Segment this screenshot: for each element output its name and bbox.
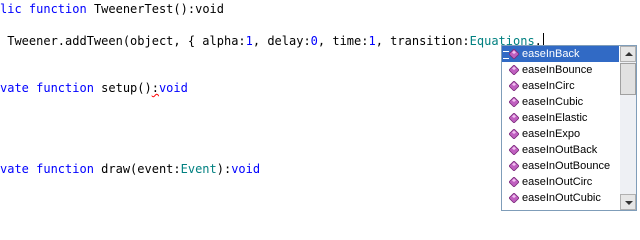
autocomplete-item-label: easeInCirc <box>522 80 575 92</box>
autocomplete-item[interactable]: easeInOutBack <box>502 142 619 158</box>
code-line-3: vate function setup():void <box>0 80 188 96</box>
autocomplete-item-label: easeInBounce <box>522 64 593 76</box>
method-diamond-icon <box>509 81 519 91</box>
signature-mid: ): <box>216 162 232 176</box>
call-text: Tweener.addTween(object, { alpha: <box>0 34 246 48</box>
autocomplete-item[interactable]: easeInBack <box>502 46 619 62</box>
method-diamond-icon <box>509 97 519 107</box>
class-name: TweenerTest <box>93 2 174 16</box>
autocomplete-item[interactable]: easeInBounce <box>502 62 619 78</box>
return-type: void <box>231 162 261 176</box>
autocomplete-item[interactable]: easeInOutCubic <box>502 190 619 206</box>
method-diamond-icon <box>509 49 519 59</box>
autocomplete-item[interactable]: easeInOutBounce <box>502 158 619 174</box>
method-diamond-icon <box>509 113 519 123</box>
scroll-down-button[interactable] <box>620 194 636 210</box>
autocomplete-item[interactable]: easeInCirc <box>502 78 619 94</box>
autocomplete-item[interactable]: easeInElastic <box>502 110 619 126</box>
time-key: , time: <box>317 34 369 48</box>
method-diamond-icon <box>509 129 519 139</box>
error-squiggle: : <box>151 81 159 95</box>
delay-key: , delay: <box>252 34 311 48</box>
autocomplete-item[interactable]: easeInCubic <box>502 94 619 110</box>
keyword: lic function <box>0 2 87 16</box>
autocomplete-item-label: easeInCubic <box>522 96 584 108</box>
delay-value: 0 <box>310 34 318 48</box>
keyword: vate function <box>0 81 94 95</box>
method-diamond-icon <box>509 65 519 75</box>
autocomplete-item-label: easeInOutCirc <box>522 176 593 188</box>
method-diamond-icon <box>509 161 519 171</box>
scrollbar-thumb[interactable] <box>620 63 636 95</box>
function-name: draw(event: <box>93 162 181 176</box>
scroll-up-button[interactable] <box>620 46 636 62</box>
code-line-1: lic function TweenerTest():void <box>0 1 224 17</box>
code-line-4: vate function draw(event:Event):void <box>0 161 260 177</box>
method-diamond-icon <box>509 177 519 187</box>
autocomplete-item-label: easeInElastic <box>522 112 588 124</box>
code-line-2: Tweener.addTween(object, { alpha:1, dela… <box>0 33 544 49</box>
autocomplete-item-label: easeInOutBounce <box>522 160 611 172</box>
method-diamond-icon <box>509 193 519 203</box>
autocomplete-popup[interactable]: easeInBack easeInBounce easeInCirc easeInCu… <box>501 45 637 211</box>
time-value: 1 <box>368 34 376 48</box>
signature: ():void <box>173 2 224 16</box>
method-diamond-icon <box>509 145 519 155</box>
autocomplete-item[interactable]: easeInExpo <box>502 126 619 142</box>
autocomplete-item[interactable]: easeInOutCirc <box>502 174 619 190</box>
param-type: Event <box>180 162 217 176</box>
autocomplete-scrollbar[interactable] <box>620 46 636 210</box>
transition-key: , transition: <box>375 34 470 48</box>
autocomplete-list[interactable]: easeInBack easeInBounce easeInCirc easeInCu… <box>502 46 619 210</box>
autocomplete-item-label: easeInBack <box>522 48 580 60</box>
return-type: void <box>158 81 188 95</box>
alpha-value: 1 <box>245 34 253 48</box>
keyword: vate function <box>0 162 94 176</box>
arrow-down-icon <box>625 201 633 205</box>
autocomplete-item-label: easeInOutBack <box>522 144 598 156</box>
autocomplete-item-label: easeInExpo <box>522 128 581 140</box>
arrow-up-icon <box>625 52 633 56</box>
autocomplete-item-label: easeInOutCubic <box>522 192 601 204</box>
function-name: setup() <box>93 81 152 95</box>
